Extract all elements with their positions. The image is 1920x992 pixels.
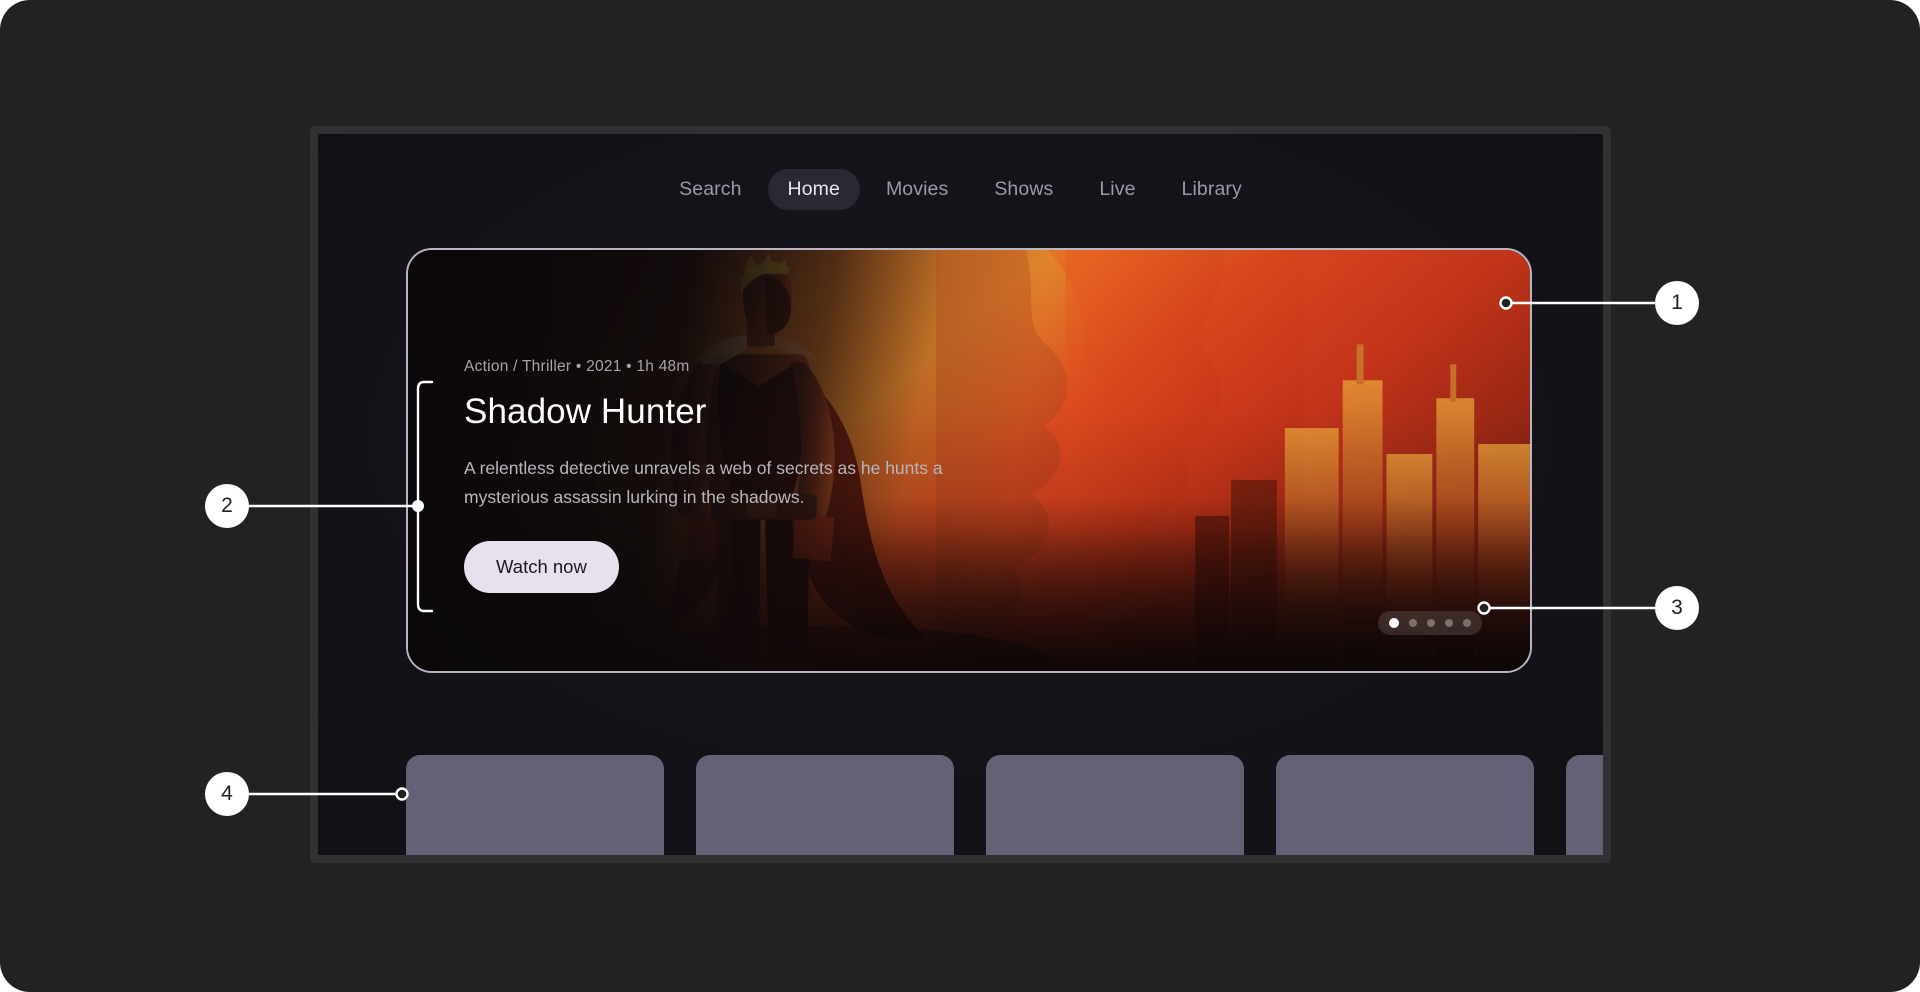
hero-title: Shadow Hunter — [464, 392, 707, 431]
nav-item-home[interactable]: Home — [767, 169, 860, 210]
carousel-dot-2[interactable] — [1409, 619, 1417, 627]
carousel-dot-4[interactable] — [1445, 619, 1453, 627]
thumbnail-rail[interactable] — [406, 755, 1603, 855]
device-screen: Search Home Movies Shows Live Library Ac… — [318, 134, 1603, 855]
thumbnail-card-4[interactable] — [1276, 755, 1534, 855]
nav-item-search[interactable]: Search — [659, 169, 761, 210]
thumbnail-card-2[interactable] — [696, 755, 954, 855]
carousel-dot-3[interactable] — [1427, 619, 1435, 627]
hero-description: A relentless detective unravels a web of… — [464, 458, 943, 507]
device-frame: Search Home Movies Shows Live Library Ac… — [310, 126, 1611, 863]
screenshot-root: Search Home Movies Shows Live Library Ac… — [0, 0, 1920, 992]
nav-item-shows[interactable]: Shows — [974, 169, 1073, 210]
carousel-dot-1[interactable] — [1389, 618, 1399, 628]
hero-text-block: Action / Thriller • 2021 • 1h 48m Shadow… — [464, 358, 984, 594]
thumbnail-card-5[interactable] — [1566, 755, 1603, 855]
nav-item-library[interactable]: Library — [1162, 169, 1262, 210]
thumbnail-card-3[interactable] — [986, 755, 1244, 855]
watch-now-button[interactable]: Watch now — [464, 541, 619, 594]
nav-item-live[interactable]: Live — [1079, 169, 1155, 210]
top-navigation: Search Home Movies Shows Live Library — [318, 169, 1603, 210]
carousel-dot-5[interactable] — [1463, 619, 1471, 627]
carousel-dots[interactable] — [1378, 611, 1482, 635]
nav-item-movies[interactable]: Movies — [866, 169, 968, 210]
hero-card[interactable]: Action / Thriller • 2021 • 1h 48m Shadow… — [406, 248, 1532, 673]
hero-meta-line: Action / Thriller • 2021 • 1h 48m — [464, 358, 690, 375]
thumbnail-card-1[interactable] — [406, 755, 664, 855]
